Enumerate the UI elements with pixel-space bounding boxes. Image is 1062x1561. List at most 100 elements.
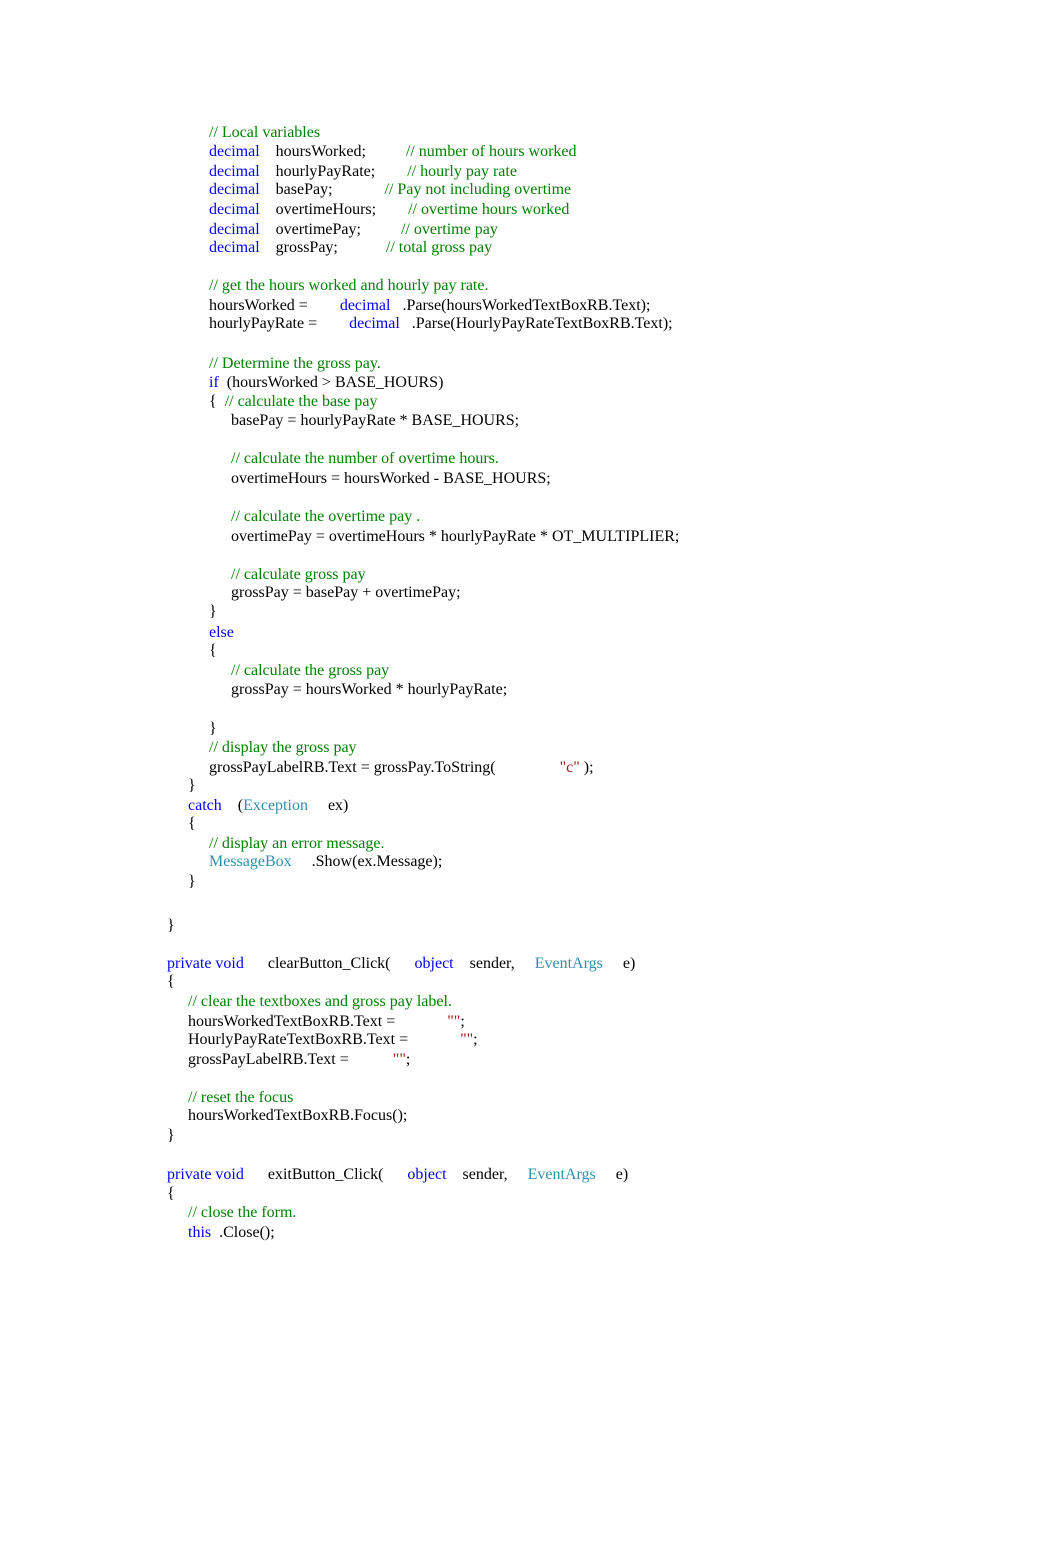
code-line: } (167, 1127, 175, 1145)
keyword: else (209, 624, 234, 641)
code-text: grossPayLabelRB.Text = grossPay.ToString… (209, 759, 560, 776)
keyword: this (188, 1224, 212, 1241)
code-line: decimal basePay; // Pay not including ov… (209, 181, 571, 199)
comment: // overtime pay (400, 221, 498, 238)
comment: // hourly pay rate (407, 163, 517, 180)
code-text: hoursWorkedTextBoxRB.Focus(); (188, 1107, 408, 1124)
code-text: hourlyPayRate; (259, 163, 408, 180)
code-text: } (209, 720, 217, 737)
code-line: // Local variables (209, 124, 320, 142)
type-name: EventArgs (534, 955, 603, 972)
keyword: private void (167, 1166, 244, 1183)
type-name: EventArgs (527, 1166, 596, 1183)
code-text: .Show(ex.Message); (291, 853, 443, 870)
code-line: { (167, 1185, 175, 1203)
code-line: // calculate the gross pay (231, 662, 389, 680)
code-line: MessageBox .Show(ex.Message); (209, 853, 442, 871)
code-line: // calculate the overtime pay . (231, 508, 420, 526)
code-text: .Close(); (211, 1224, 275, 1241)
keyword: object (407, 1166, 447, 1183)
code-line: // display an error message. (209, 835, 385, 853)
code-line: catch (Exception ex) (188, 797, 348, 815)
code-line: basePay = hourlyPayRate * BASE_HOURS; (231, 412, 519, 430)
type-name: MessageBox (209, 853, 292, 870)
code-text: { (209, 393, 225, 410)
code-line: grossPay = hoursWorked * hourlyPayRate; (231, 681, 507, 699)
code-line: decimal overtimePay; // overtime pay (209, 221, 498, 239)
comment: // clear the textboxes and gross pay lab… (188, 993, 452, 1010)
code-text: } (188, 873, 196, 890)
keyword: private void (167, 955, 244, 972)
keyword: decimal (349, 315, 400, 332)
comment: // overtime hours worked (408, 201, 570, 218)
keyword: decimal (209, 163, 260, 180)
code-line: } (209, 603, 217, 621)
keyword: catch (188, 797, 222, 814)
code-line: private void exitButton_Click( object se… (167, 1166, 628, 1184)
code-line: hoursWorked = decimal .Parse(hoursWorked… (209, 297, 650, 315)
string-literal: "c" (559, 759, 580, 776)
code-text: (hoursWorked > BASE_HOURS) (218, 374, 444, 391)
keyword: decimal (209, 143, 260, 160)
comment: // display the gross pay (209, 739, 357, 756)
comment: // get the hours worked and hourly pay r… (209, 277, 489, 294)
code-text: ; (460, 1013, 465, 1030)
code-line: // close the form. (188, 1204, 296, 1222)
comment: // Local variables (209, 124, 321, 141)
code-line: grossPayLabelRB.Text = grossPay.ToString… (209, 759, 594, 777)
string-literal: "" (392, 1051, 406, 1068)
code-document-page: // Local variables decimal hoursWorked; /… (0, 0, 1062, 1561)
code-line: { (209, 642, 217, 660)
code-line: // clear the textboxes and gross pay lab… (188, 993, 452, 1011)
code-line: decimal hoursWorked; // number of hours … (209, 143, 577, 161)
code-line: { (188, 815, 196, 833)
string-literal: "" (447, 1013, 461, 1030)
code-text: overtimeHours = hoursWorked - BASE_HOURS… (231, 470, 551, 487)
code-text: exitButton_Click( (243, 1166, 408, 1183)
keyword: decimal (209, 181, 260, 198)
keyword: decimal (209, 201, 260, 218)
code-text: ex) (307, 797, 349, 814)
code-line: else (209, 624, 234, 642)
code-text: overtimePay = overtimeHours * hourlyPayR… (231, 528, 680, 545)
code-line: decimal grossPay; // total gross pay (209, 239, 492, 257)
code-text: grossPayLabelRB.Text = (188, 1051, 393, 1068)
code-text: grossPay = basePay + overtimePay; (231, 584, 461, 601)
code-text: clearButton_Click( (243, 955, 415, 972)
comment: // close the form. (188, 1204, 297, 1221)
code-line: } (188, 873, 196, 891)
code-line: grossPay = basePay + overtimePay; (231, 584, 461, 602)
code-text: overtimePay; (259, 221, 401, 238)
code-text: ; (405, 1051, 411, 1068)
code-line: overtimeHours = hoursWorked - BASE_HOURS… (231, 470, 551, 488)
code-text: { (167, 973, 175, 990)
comment: // display an error message. (209, 835, 385, 852)
code-text: e) (595, 1166, 629, 1183)
code-line: grossPayLabelRB.Text = ""; (188, 1051, 410, 1069)
code-text: } (167, 1127, 175, 1144)
code-text: } (188, 777, 196, 794)
code-line: } (209, 720, 217, 738)
code-text: { (188, 815, 196, 832)
code-text: } (209, 603, 217, 620)
code-line: hoursWorkedTextBoxRB.Text = ""; (188, 1013, 465, 1031)
code-line: // calculate gross pay (231, 566, 366, 584)
code-text: hourlyPayRate = (209, 315, 350, 332)
code-line: // get the hours worked and hourly pay r… (209, 277, 488, 295)
comment: // calculate the overtime pay . (231, 508, 421, 525)
code-text: e) (602, 955, 636, 972)
comment: // Pay not including overtime (384, 181, 572, 198)
code-text: overtimeHours; (259, 201, 409, 218)
code-text: grossPay; (259, 239, 386, 256)
code-text: sender, (446, 1166, 528, 1183)
comment: // number of hours worked (405, 143, 577, 160)
code-line: hoursWorkedTextBoxRB.Focus(); (188, 1107, 407, 1125)
code-text: HourlyPayRateTextBoxRB.Text = (188, 1031, 461, 1048)
code-text: ( (221, 797, 244, 814)
code-text: .Parse(hoursWorkedTextBoxRB.Text); (390, 297, 651, 314)
comment: // calculate the base pay (224, 393, 378, 410)
code-line: decimal hourlyPayRate; // hourly pay rat… (209, 163, 517, 181)
code-text: hoursWorked = (209, 297, 340, 314)
comment: // total gross pay (385, 239, 493, 256)
code-line: decimal overtimeHours; // overtime hours… (209, 201, 569, 219)
